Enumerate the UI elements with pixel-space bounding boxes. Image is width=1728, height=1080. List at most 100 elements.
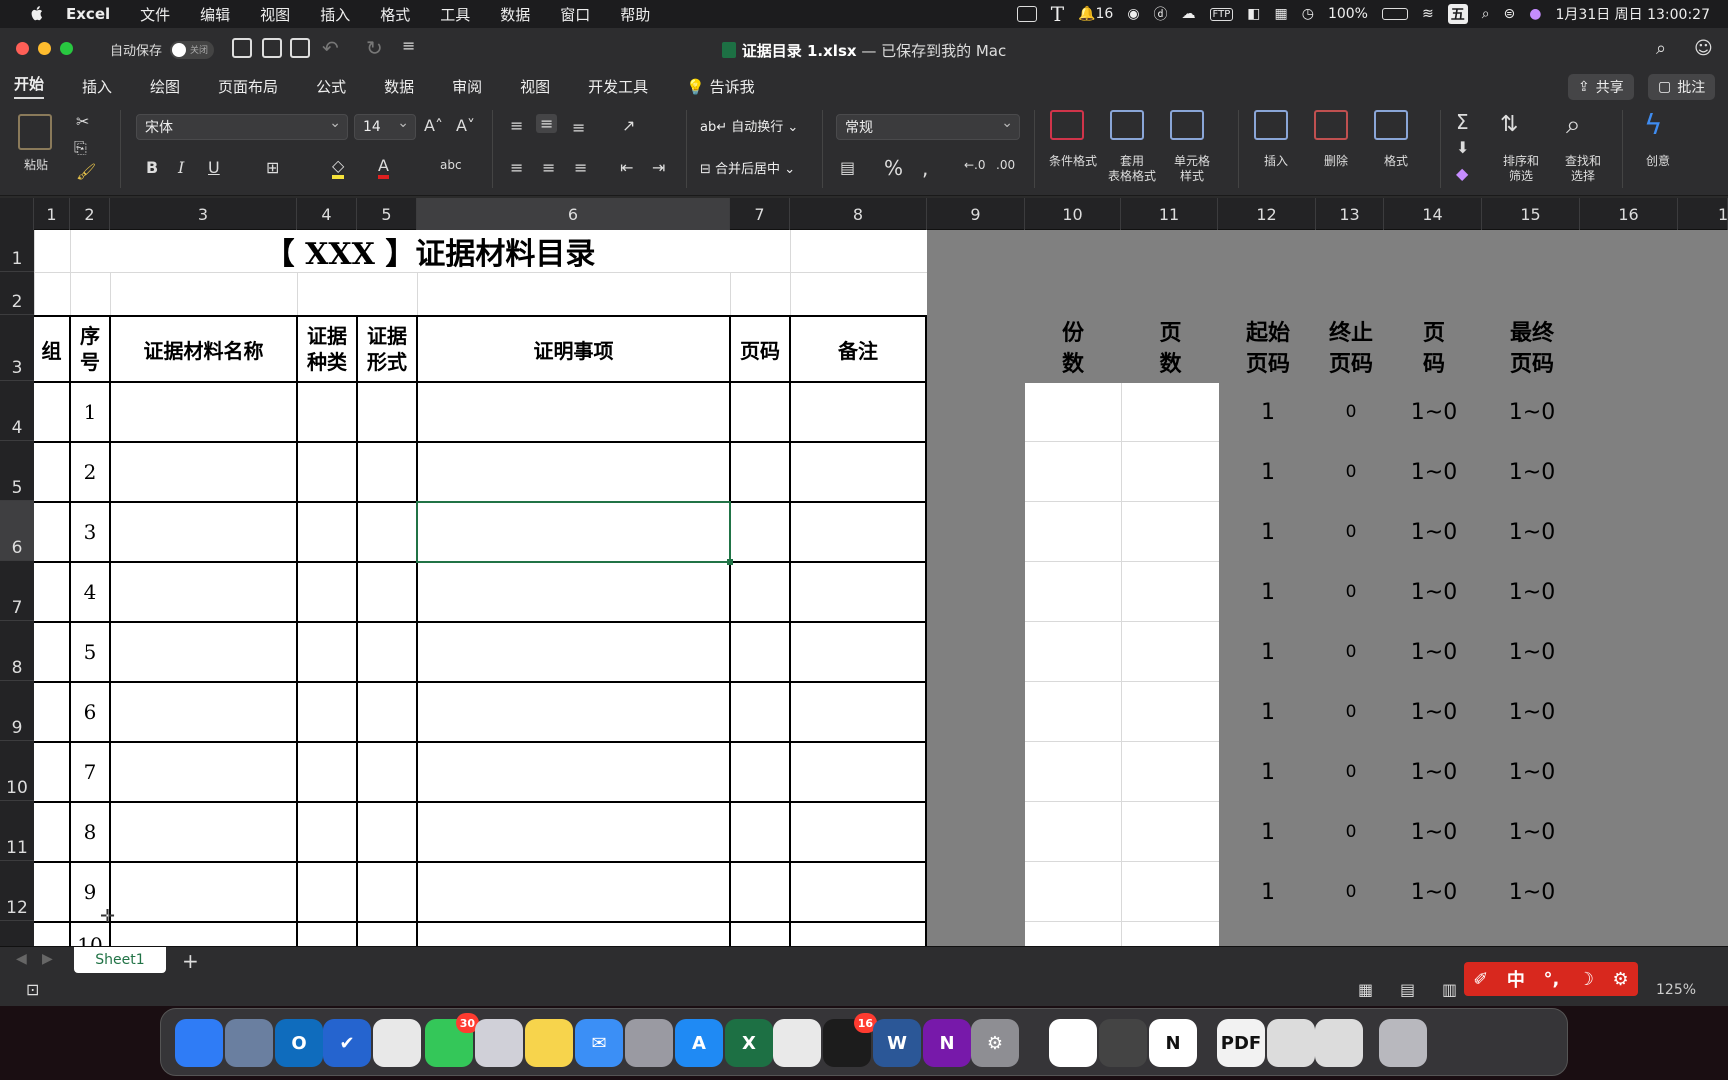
start-page-cell[interactable]: 1 — [1219, 503, 1317, 561]
final-page-cell[interactable]: 1~0 — [1483, 683, 1581, 741]
dock-trash-icon[interactable] — [1379, 1019, 1427, 1067]
tab-page-layout[interactable]: 页面布局 — [218, 76, 278, 97]
share-button[interactable]: ⇪ 共享 — [1568, 74, 1634, 100]
d-icon[interactable]: ⓓ — [1154, 4, 1168, 24]
wrap-text-button[interactable]: ab↵ 自动换行 ⌄ — [700, 116, 798, 135]
dock-window-2-icon[interactable] — [1315, 1019, 1363, 1067]
page-layout-view-icon[interactable]: ▤ — [1400, 980, 1415, 999]
dock-onenote-icon[interactable]: N — [923, 1019, 971, 1067]
insert-cells-icon[interactable] — [1254, 110, 1288, 140]
header-final-page[interactable]: 最终 页码 — [1483, 318, 1581, 380]
notification-badge[interactable]: 🔔16 — [1078, 6, 1113, 22]
start-page-cell[interactable]: 1 — [1219, 683, 1317, 741]
page-range-cell[interactable]: 1~0 — [1385, 683, 1483, 741]
column-header[interactable]: 4 — [297, 198, 357, 230]
final-page-cell[interactable]: 1~0 — [1483, 623, 1581, 681]
increase-font-icon[interactable]: A˄ — [424, 116, 443, 135]
final-page-cell[interactable]: 1~0 — [1483, 863, 1581, 921]
seq-cell[interactable]: 6 — [71, 683, 109, 741]
increase-decimal-icon[interactable]: ←.0 — [964, 158, 986, 172]
align-bottom-icon[interactable]: ≡ — [572, 118, 585, 137]
ime-moon-icon[interactable]: ☽ — [1578, 969, 1594, 990]
search-icon[interactable]: ⌕ — [1656, 38, 1666, 59]
format-cells-icon[interactable] — [1374, 110, 1408, 140]
tab-developer[interactable]: 开发工具 — [588, 76, 648, 97]
tab-formulas[interactable]: 公式 — [316, 76, 346, 97]
add-sheet-button[interactable]: + — [182, 949, 199, 973]
column-header[interactable]: 15 — [1482, 198, 1580, 230]
column-header[interactable]: 14 — [1384, 198, 1482, 230]
clear-icon[interactable]: ◆ — [1456, 164, 1468, 183]
battery-icon[interactable] — [1381, 8, 1408, 20]
row-header[interactable]: 12 — [0, 861, 34, 921]
tab-insert[interactable]: 插入 — [82, 76, 112, 97]
screen-record-icon[interactable] — [1016, 6, 1037, 22]
row-header[interactable]: 2 — [0, 272, 34, 315]
borders-icon[interactable]: ⊞ — [266, 158, 279, 177]
control-center-icon[interactable]: ⊜ — [1504, 6, 1516, 22]
dock-messages-icon[interactable]: 30 — [425, 1013, 479, 1067]
font-size-select[interactable]: 14 — [354, 114, 416, 140]
worksheet-outside-area[interactable]: 份 数 页 数 起始 页码 终止 页码 页 码 最终 页码 1 0 1~0 1~… — [927, 230, 1728, 946]
sheet-title[interactable]: 【 XXX 】证据材料目录 — [70, 230, 790, 272]
start-page-cell[interactable]: 1 — [1219, 443, 1317, 501]
siri-icon[interactable]: ● — [1529, 6, 1541, 22]
dock-mail-icon[interactable]: ✉ — [575, 1019, 623, 1067]
dock-todo-icon[interactable]: ✔ — [323, 1019, 371, 1067]
fill-icon[interactable]: ⬇ — [1456, 138, 1469, 157]
dock-baidu-netdisk-icon[interactable] — [1049, 1019, 1097, 1067]
column-header[interactable]: 16 — [1580, 198, 1678, 230]
ime-punctuation-mode[interactable]: °, — [1543, 969, 1559, 990]
orientation-icon[interactable]: ↗ — [622, 116, 635, 135]
header-start-page[interactable]: 起始 页码 — [1219, 318, 1317, 380]
bold-icon[interactable]: B — [146, 158, 158, 177]
row-header[interactable]: 9 — [0, 681, 34, 741]
column-header[interactable]: 17 — [1678, 198, 1728, 230]
time-machine-icon[interactable]: ◷ — [1302, 6, 1314, 22]
tab-tell-me[interactable]: 💡 告诉我 — [686, 76, 754, 97]
final-page-cell[interactable]: 1~0 — [1483, 563, 1581, 621]
end-page-cell[interactable]: 0 — [1317, 443, 1385, 501]
menu-data[interactable]: 数据 — [500, 4, 530, 25]
ime-chinese-mode[interactable]: 中 — [1507, 966, 1525, 992]
menu-window[interactable]: 窗口 — [560, 4, 590, 25]
ime-floating-toolbar[interactable]: ✐ 中 °, ☽ ⚙ — [1464, 962, 1638, 996]
delete-cells-icon[interactable] — [1314, 110, 1348, 140]
row-header[interactable]: 3 — [0, 315, 34, 381]
row-header[interactable]: 4 — [0, 381, 34, 441]
decrease-font-icon[interactable]: A˅ — [456, 116, 475, 135]
percent-icon[interactable]: % — [884, 156, 903, 180]
row-header[interactable]: 5 — [0, 441, 34, 501]
sort-filter-icon[interactable]: ⇅ — [1500, 112, 1518, 137]
dock-appstore-icon[interactable]: A — [675, 1019, 723, 1067]
end-page-cell[interactable]: 0 — [1317, 563, 1385, 621]
seq-cell[interactable]: 7 — [71, 743, 109, 801]
align-left-icon[interactable]: ≡ — [510, 158, 523, 177]
menu-insert[interactable]: 插入 — [320, 4, 350, 25]
seq-cell[interactable]: 1 — [71, 383, 109, 441]
active-cell-selection[interactable] — [416, 501, 731, 563]
menu-view[interactable]: 视图 — [260, 4, 290, 25]
header-evidence-type[interactable]: 证据 种类 — [298, 317, 356, 381]
column-header[interactable]: 7 — [730, 198, 790, 230]
sort-filter-label[interactable]: 排序和 筛选 — [1496, 154, 1546, 184]
dock-preview-icon[interactable] — [225, 1019, 273, 1067]
conditional-format-label[interactable]: 条件格式 — [1046, 154, 1100, 169]
font-color-icon[interactable]: A — [378, 156, 389, 179]
table-format-label[interactable]: 套用 表格格式 — [1102, 154, 1162, 184]
font-name-select[interactable]: 宋体 — [136, 114, 348, 140]
final-page-cell[interactable]: 1~0 — [1483, 503, 1581, 561]
cell-style-label[interactable]: 单元格 样式 — [1164, 154, 1220, 184]
page-range-cell[interactable]: 1~0 — [1385, 383, 1483, 441]
end-page-cell[interactable]: 0 — [1317, 683, 1385, 741]
end-page-cell[interactable]: 0 — [1317, 503, 1385, 561]
cloud-icon[interactable]: ☁ — [1182, 6, 1196, 22]
column-header[interactable]: 8 — [790, 198, 927, 230]
page-range-cell[interactable]: 1~0 — [1385, 443, 1483, 501]
tab-home[interactable]: 开始 — [14, 73, 45, 99]
row-header[interactable]: 1 — [0, 230, 34, 272]
find-select-label[interactable]: 查找和 选择 — [1558, 154, 1608, 184]
seq-cell[interactable]: 4 — [71, 563, 109, 621]
start-page-cell[interactable]: 1 — [1219, 623, 1317, 681]
start-page-cell[interactable]: 1 — [1219, 803, 1317, 861]
